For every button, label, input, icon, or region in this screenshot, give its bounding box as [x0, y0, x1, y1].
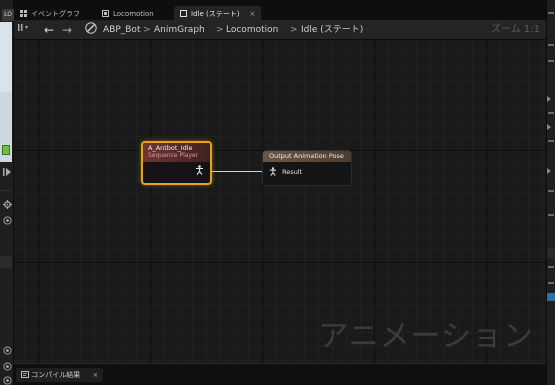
panel-marker	[548, 214, 554, 216]
node-subtitle: Sequence Player	[148, 152, 199, 159]
graph-options-icon[interactable]	[18, 20, 30, 40]
panel-marker	[548, 112, 554, 114]
play-icon[interactable]	[2, 168, 12, 178]
breadcrumb-separator: >	[143, 25, 151, 35]
back-button[interactable]: ←	[44, 20, 54, 40]
target-icon[interactable]	[2, 346, 12, 356]
tab-compile-results[interactable]: コンパイル結果 ×	[16, 368, 104, 382]
expand-arrow-icon[interactable]	[547, 96, 551, 102]
result-pin[interactable]: Result	[269, 167, 302, 176]
pin-label: Result	[282, 168, 303, 176]
breadcrumb-separator: >	[216, 25, 224, 35]
gear-icon[interactable]	[2, 200, 12, 210]
panel-marker	[548, 266, 554, 268]
state-icon	[180, 7, 187, 17]
graph-icon	[20, 7, 27, 17]
graph-canvas[interactable]: A_Antbot_Idle Sequence Player Output Ani…	[14, 40, 546, 363]
output-pose-node[interactable]: Output Animation Pose Result	[262, 150, 352, 186]
forward-button[interactable]: →	[62, 20, 72, 40]
target-icon[interactable]	[2, 376, 12, 385]
panel-marker	[548, 282, 554, 284]
panel-marker	[548, 190, 554, 192]
node-title: Output Animation Pose	[263, 151, 351, 162]
panel-marker	[548, 140, 554, 142]
breadcrumb-idle-state[interactable]: Idle (ステート)	[301, 20, 363, 40]
pose-output-pin-icon[interactable]	[195, 165, 204, 178]
left-panel: LO	[0, 0, 14, 385]
left-panel-block	[0, 256, 12, 268]
state-machine-icon	[102, 7, 109, 17]
node-title: A_Antbot_Idle	[148, 144, 193, 152]
tab-label: Idle (ステート)	[191, 10, 240, 18]
preview-green-block	[2, 145, 10, 155]
viewport-preview[interactable]	[0, 22, 12, 162]
pose-wire	[206, 171, 263, 172]
node-header: A_Antbot_Idle Sequence Player	[143, 143, 210, 162]
target-icon[interactable]	[2, 216, 12, 226]
left-divider	[0, 190, 12, 191]
breadcrumb: ← → ABP_Bot > AnimGraph > Locomotion > I…	[14, 20, 546, 40]
expand-arrow-icon[interactable]	[547, 124, 551, 130]
tab-label: コンパイル結果	[31, 371, 81, 379]
pose-input-pin-icon[interactable]	[269, 167, 279, 176]
panel-marker	[548, 44, 554, 46]
editor-tab-bar: イベントグラフ Locomotion Idle (ステート) ×	[14, 0, 546, 22]
close-icon[interactable]: ×	[92, 371, 98, 379]
left-panel-tab[interactable]: LO	[2, 9, 14, 21]
tab-label: イベントグラフ	[31, 10, 80, 18]
tab-label: Locomotion	[113, 10, 154, 18]
panel-marker	[548, 12, 554, 14]
close-icon[interactable]: ×	[249, 10, 255, 18]
preview-sky	[0, 22, 12, 92]
panel-header	[547, 248, 555, 258]
breadcrumb-separator: >	[290, 25, 298, 35]
graph-type-watermark: アニメーション	[318, 319, 534, 354]
target-icon[interactable]	[2, 362, 12, 372]
bottom-panel: コンパイル結果 ×	[14, 363, 546, 385]
compile-icon	[21, 371, 31, 379]
breadcrumb-asset[interactable]: ABP_Bot	[103, 20, 140, 40]
selected-item[interactable]	[547, 293, 555, 301]
breadcrumb-locomotion[interactable]: Locomotion	[226, 20, 278, 40]
details-panel	[546, 0, 555, 385]
breadcrumb-animgraph[interactable]: AnimGraph	[154, 20, 205, 40]
sequence-player-node[interactable]: A_Antbot_Idle Sequence Player	[141, 141, 212, 185]
expand-arrow-icon[interactable]	[547, 168, 551, 174]
blueprint-icon	[85, 20, 97, 40]
panel-marker	[548, 60, 554, 62]
zoom-level: ズーム 1:1	[491, 24, 540, 35]
